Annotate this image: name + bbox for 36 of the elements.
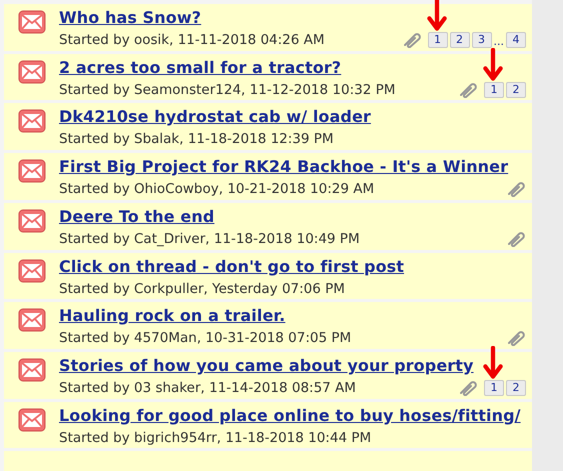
envelope-icon: [18, 408, 46, 432]
page-link[interactable]: 2: [450, 32, 470, 48]
thread-title-link[interactable]: Who has Snow?: [59, 8, 202, 27]
thread-title-link[interactable]: Looking for good place online to buy hoses/fitting/: [59, 406, 521, 425]
page-link[interactable]: 1: [428, 32, 448, 48]
page-link[interactable]: 2: [506, 380, 526, 396]
envelope-icon: [18, 10, 46, 34]
thread-meta: Started by bigrich954rr, 11-18-2018 10:44 PM: [59, 430, 372, 446]
envelope-icon: [18, 60, 46, 84]
envelope-icon: [18, 109, 46, 134]
thread-title-link[interactable]: Click on thread - don't go to first post: [59, 256, 404, 276]
page-ellipsis: ...: [494, 35, 504, 48]
thread-meta: Started by oosik, 11-11-2018 04:26 AM: [59, 32, 325, 48]
envelope-icon: [18, 308, 46, 332]
envelope-icon: [18, 258, 46, 283]
thread-title-link[interactable]: 2 acres too small for a tractor?: [59, 58, 342, 77]
thread-meta: Started by Seamonster124, 11-12-2018 10:32 PM: [59, 82, 396, 98]
thread-title-link[interactable]: Dk4210se hydrostat cab w/ loader: [59, 107, 371, 126]
thread-meta: Started by Cat_Driver, 11-18-2018 10:49 PM: [59, 230, 360, 247]
envelope-icon: [18, 358, 46, 382]
thread-title-link[interactable]: Deere To the end: [59, 206, 214, 226]
thread-meta: Started by Sbalak, 11-18-2018 12:39 PM: [59, 131, 334, 148]
thread-title-link[interactable]: Hauling rock on a trailer.: [59, 306, 286, 326]
thread-meta: Started by 4570Man, 10-31-2018 07:05 PM: [59, 330, 352, 346]
envelope-icon: [18, 208, 46, 233]
page-link[interactable]: 1: [484, 82, 504, 98]
thread-title-link[interactable]: Stories of how you came about your property: [59, 356, 474, 376]
page-link[interactable]: 3: [472, 32, 492, 48]
thread-title-link[interactable]: First Big Project for RK24 Backhoe - It's a Winner: [59, 157, 508, 176]
thread-meta: Started by 03 shaker, 11-14-2018 08:57 AM: [59, 380, 356, 396]
page-link[interactable]: 2: [506, 82, 526, 98]
envelope-icon: [18, 159, 46, 184]
page-link[interactable]: 4: [506, 32, 526, 48]
thread-meta: Started by Corkpuller, Yesterday 07:06 PM: [59, 280, 345, 297]
thread-meta: Started by OhioCowboy, 10-21-2018 10:29 AM: [59, 181, 374, 198]
page-link[interactable]: 1: [484, 380, 504, 396]
